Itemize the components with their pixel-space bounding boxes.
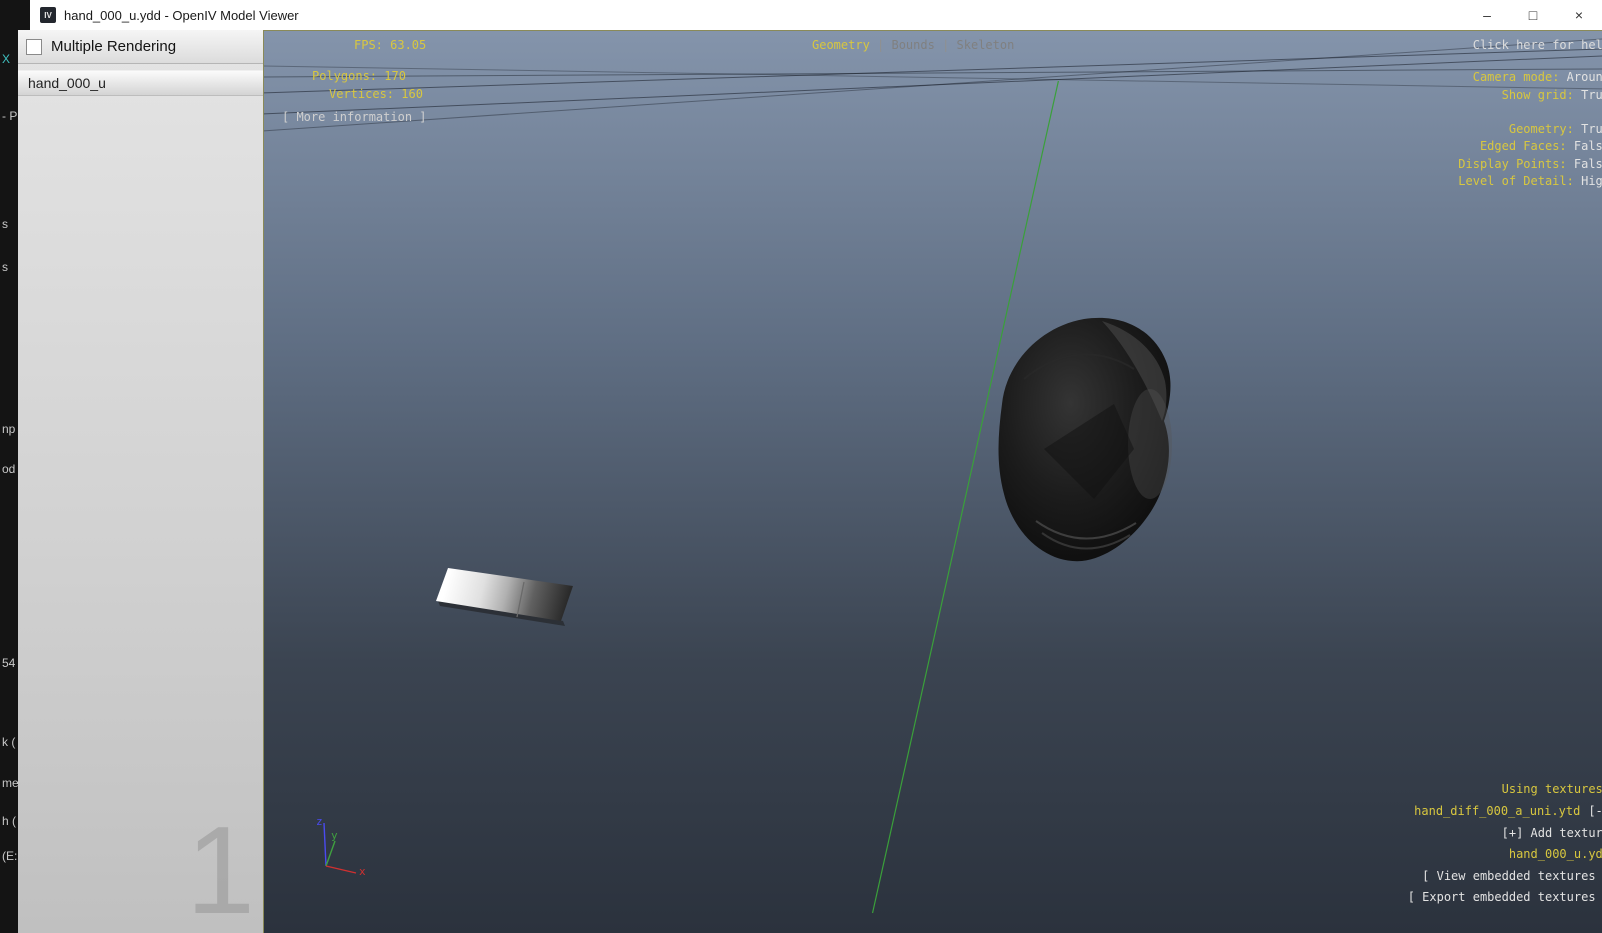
plate-object	[424, 551, 584, 631]
mode-separator: |	[870, 38, 892, 52]
option-edged-faces[interactable]: Edged Faces: False	[1458, 138, 1602, 155]
background-window-fragment: s	[2, 217, 8, 231]
watermark-number: 1	[186, 809, 255, 933]
setting-camera-mode[interactable]: Camera mode: Around	[1473, 68, 1602, 86]
multiple-rendering-label: Multiple Rendering	[51, 38, 176, 55]
axis-x-label: x	[359, 865, 366, 878]
grid-lines	[264, 31, 1602, 933]
window-controls: – □ ×	[1464, 0, 1602, 30]
camera-settings-block: Camera mode: AroundShow grid: True	[1473, 68, 1602, 104]
minimize-button[interactable]: –	[1464, 0, 1510, 30]
polygons-counter: Polygons: 170	[312, 69, 406, 83]
export-embedded-textures-button[interactable]: [ Export embedded textures ]	[1408, 887, 1602, 909]
multiple-rendering-row: Multiple Rendering	[18, 30, 263, 64]
more-information-button[interactable]: [ More information ]	[282, 110, 427, 124]
setting-show-grid[interactable]: Show grid: True	[1473, 86, 1602, 104]
option-display-points[interactable]: Display Points: False	[1458, 156, 1602, 173]
texture-panel: Using textures: hand_diff_000_a_uni.ytd […	[1408, 779, 1602, 909]
multiple-rendering-checkbox[interactable]	[26, 39, 42, 55]
render-options-block: Geometry: TrueEdged Faces: FalseDisplay …	[1458, 121, 1602, 191]
app-icon: IV	[40, 7, 56, 23]
render-mode-tabs: Geometry | Bounds | Skeleton	[812, 38, 1014, 52]
model-file-name: hand_000_u.ydd	[1408, 844, 1602, 866]
maximize-button[interactable]: □	[1510, 0, 1556, 30]
background-window-fragment: od	[2, 462, 15, 476]
remove-texture-button[interactable]: [-]	[1588, 804, 1602, 818]
background-window-fragment: np	[2, 422, 15, 436]
model-list-panel: Multiple Rendering hand_000_u 1	[18, 30, 263, 933]
mode-tab-skeleton[interactable]: Skeleton	[957, 38, 1015, 52]
add-texture-button[interactable]: [+] Add texture	[1408, 823, 1602, 845]
glove-model	[984, 309, 1189, 579]
vertices-counter: Vertices: 160	[329, 87, 423, 101]
model-viewport[interactable]: z y x FPS: 63.05 Polygons: 170 Vertices:…	[263, 30, 1602, 933]
background-window-fragment: X	[2, 52, 10, 66]
fps-counter: FPS: 63.05	[354, 38, 426, 52]
mode-separator: |	[935, 38, 957, 52]
background-window-fragment: 54	[2, 656, 15, 670]
option-level-of-detail[interactable]: Level of Detail: High	[1458, 173, 1602, 190]
option-geometry[interactable]: Geometry: True	[1458, 121, 1602, 138]
background-window-fragment: k (	[2, 735, 15, 749]
background-window-fragment: me	[2, 776, 19, 790]
list-item-label: hand_000_u	[28, 75, 106, 91]
background-window-fragment: h (	[2, 814, 16, 828]
mode-tab-geometry[interactable]: Geometry	[812, 38, 870, 52]
axis-y-label: y	[331, 829, 338, 842]
mode-tab-bounds[interactable]: Bounds	[891, 38, 934, 52]
using-textures-label: Using textures:	[1408, 779, 1602, 801]
window-title: hand_000_u.ydd - OpenIV Model Viewer	[64, 8, 299, 23]
axis-gizmo: z y x	[304, 811, 374, 896]
axis-z-label: z	[316, 815, 323, 828]
texture-file-line: hand_diff_000_a_uni.ytd [-]	[1408, 801, 1602, 823]
texture-file-name: hand_diff_000_a_uni.ytd	[1414, 804, 1580, 818]
background-window-corner	[0, 0, 30, 30]
screen: ↑X- Pssnpod54k (meh ((E: IV hand_000_u.y…	[0, 0, 1602, 933]
titlebar: IV hand_000_u.ydd - OpenIV Model Viewer …	[30, 0, 1602, 30]
background-window-fragment: s	[2, 260, 8, 274]
background-window-fragment: (E:	[2, 849, 17, 863]
help-link[interactable]: Click here for help	[1473, 38, 1602, 52]
background-window-fragment: - P	[2, 109, 17, 123]
list-item-hand-000-u[interactable]: hand_000_u	[18, 70, 263, 96]
close-button[interactable]: ×	[1556, 0, 1602, 30]
view-embedded-textures-button[interactable]: [ View embedded textures ]	[1408, 866, 1602, 888]
